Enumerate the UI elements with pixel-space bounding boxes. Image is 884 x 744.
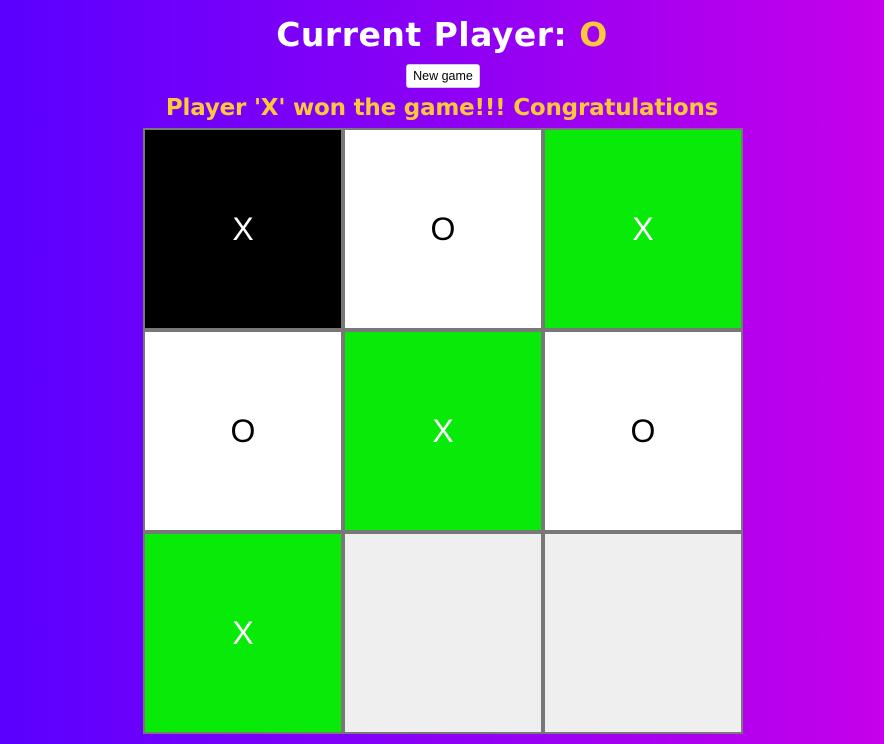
current-player-label: Current Player:: [276, 15, 580, 54]
board-cell-3[interactable]: X: [543, 128, 743, 330]
board-cell-4[interactable]: O: [143, 330, 343, 532]
current-player-heading: Current Player: O: [0, 14, 884, 56]
new-game-button[interactable]: New game: [406, 64, 480, 88]
win-message: Player 'X' won the game!!! Congratulatio…: [165, 95, 719, 121]
board-cell-8[interactable]: [343, 532, 543, 734]
board-cell-6[interactable]: O: [543, 330, 743, 532]
current-player-mark: O: [579, 15, 608, 54]
board-cell-1[interactable]: X: [143, 128, 343, 330]
game-board: X O X O X O X: [143, 128, 744, 734]
board-cell-5[interactable]: X: [343, 330, 543, 532]
board-cell-2[interactable]: O: [343, 128, 543, 330]
board-cell-9[interactable]: [543, 532, 743, 734]
board-cell-7[interactable]: X: [143, 532, 343, 734]
